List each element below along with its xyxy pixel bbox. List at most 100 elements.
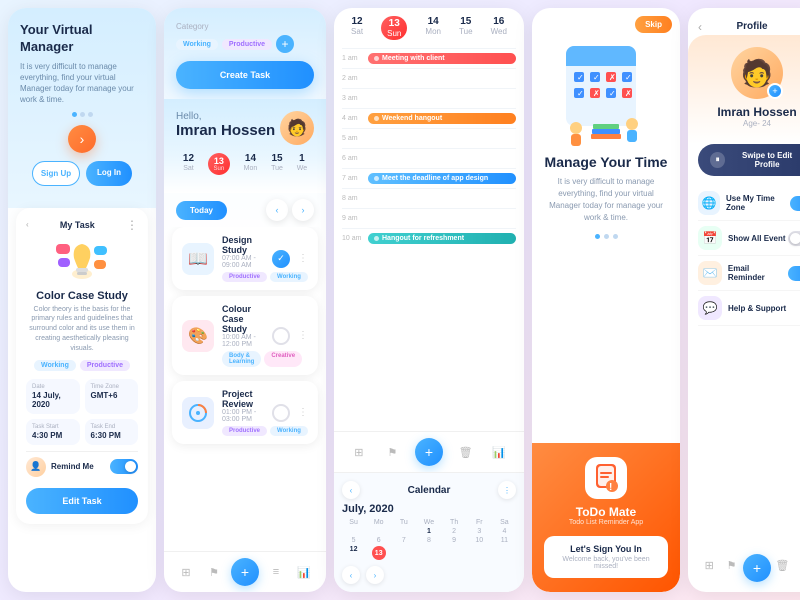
event-hangout[interactable]: Weekend hangout: [368, 113, 516, 124]
task-check-project[interactable]: [272, 404, 290, 422]
cat-tag-productive[interactable]: Productive: [222, 39, 272, 50]
add-task-button[interactable]: +: [231, 558, 259, 586]
task-menu-button[interactable]: ⋮: [126, 218, 138, 232]
category-section: Category Working Productive +: [164, 16, 326, 53]
day-sun[interactable]: 13 Sun: [208, 153, 230, 175]
task-check-design[interactable]: ✓: [272, 250, 290, 268]
cal-day-3[interactable]: 3: [468, 528, 491, 535]
remind-toggle[interactable]: [110, 459, 138, 474]
profile-nav-2[interactable]: ⚑: [721, 554, 743, 576]
signup-button[interactable]: Sign Up: [32, 161, 80, 186]
task-menu-project[interactable]: ⋮: [298, 407, 308, 418]
email-toggle[interactable]: [788, 266, 800, 281]
avatar-add-button[interactable]: +: [767, 83, 783, 99]
svg-text:✓: ✓: [577, 73, 584, 82]
cal-day-4[interactable]: 4: [493, 528, 516, 535]
cal-day-11[interactable]: 11: [493, 537, 516, 544]
profile-nav-3[interactable]: 🗑: [771, 554, 793, 576]
cal-day-9[interactable]: 9: [443, 537, 466, 544]
cal-day-1[interactable]: 1: [417, 528, 440, 535]
end-label: Task End: [91, 424, 133, 430]
nav-home-icon[interactable]: ⊞: [175, 561, 197, 583]
list-item[interactable]: 📖 Design Study 07:00 AM - 09:00 AM Produ…: [172, 227, 318, 290]
event-deadline[interactable]: Meet the deadline of app design: [368, 173, 516, 184]
task-nav-back[interactable]: ‹: [26, 220, 29, 229]
sched-nav-2[interactable]: ⚑: [381, 441, 403, 463]
cal-prev-month[interactable]: ‹: [342, 566, 360, 584]
color-case-desc: Color theory is the basis for the primar…: [26, 305, 138, 354]
hello-header: Hello, Imran Hossen 🧑 12 Sat 13 Sun 14 M…: [164, 99, 326, 193]
skip-button[interactable]: Skip: [635, 16, 672, 33]
cal-day-13[interactable]: 13: [372, 546, 386, 560]
day-mon[interactable]: 14 Mon: [244, 153, 258, 175]
user-name: Imran Hossen: [176, 122, 275, 139]
profile-nav-1[interactable]: ⊞: [698, 554, 720, 576]
next-button[interactable]: ›: [68, 125, 96, 153]
day-tue[interactable]: 15 Tue: [271, 153, 283, 175]
event-meeting[interactable]: Meeting with client: [368, 53, 516, 64]
cat-tag-working[interactable]: Working: [176, 39, 218, 50]
settings-timezone: 🌐 Use My Time Zone: [698, 186, 800, 221]
sched-day-sun[interactable]: 13 Sun: [381, 16, 407, 40]
add-category-button[interactable]: +: [276, 35, 294, 53]
cal-day-10[interactable]: 10: [468, 537, 491, 544]
nav-stats-icon[interactable]: 📊: [293, 561, 315, 583]
cal-day-12[interactable]: 12: [342, 546, 365, 560]
svg-text:✓: ✓: [593, 73, 600, 82]
login-button[interactable]: Log In: [86, 161, 132, 186]
svg-text:✓: ✓: [625, 73, 632, 82]
timezone-toggle[interactable]: [790, 196, 800, 211]
cal-dots-button[interactable]: ⋮: [498, 481, 516, 499]
create-task-button[interactable]: Create Task: [176, 61, 314, 89]
profile-add-button[interactable]: +: [743, 554, 771, 582]
manage-dot-3: [613, 234, 618, 239]
sched-add-button[interactable]: +: [415, 438, 443, 466]
swipe-edit-button[interactable]: ⏸ Swipe to Edit Profile: [698, 144, 800, 176]
timezone-icon: 🌐: [698, 191, 720, 215]
day-sat[interactable]: 12 Sat: [183, 153, 194, 175]
day-wed[interactable]: 1 We: [297, 153, 307, 175]
time-row-4am: 4 am Weekend hangout: [342, 108, 516, 128]
event-refresh[interactable]: Hangout for refreshment: [368, 233, 516, 244]
help-icon: 💬: [698, 296, 722, 320]
profile-nav-4[interactable]: ●: [794, 554, 800, 576]
profile-name: Imran Hossen: [717, 105, 796, 119]
sched-day-sat[interactable]: 12 Sat: [351, 16, 363, 40]
sched-nav-3[interactable]: 🗑: [455, 441, 477, 463]
cal-day-2[interactable]: 2: [443, 528, 466, 535]
sched-day-wed[interactable]: 16 Wed: [491, 16, 507, 40]
back-button[interactable]: ‹: [698, 20, 702, 34]
sched-day-tue[interactable]: 15 Tue: [459, 16, 473, 40]
todo-mate-section: ! ToDo Mate Todo List Reminder App Let's…: [532, 443, 680, 592]
list-item[interactable]: Project Review 01:00 PM - 03:00 PM Produ…: [172, 381, 318, 444]
cal-prev-arrow[interactable]: ‹: [342, 481, 360, 499]
time-label-4am: 4 am: [342, 115, 364, 122]
tag-working-design: Working: [270, 272, 308, 282]
events-toggle[interactable]: [788, 231, 800, 246]
svg-text:✓: ✓: [609, 89, 616, 98]
task-menu-colour[interactable]: ⋮: [298, 330, 308, 341]
next-arrow[interactable]: ›: [292, 199, 314, 221]
sched-nav-4[interactable]: 📊: [488, 441, 510, 463]
cal-day-5[interactable]: 5: [342, 537, 365, 544]
calendar-nav: ‹ Calendar ⋮: [342, 481, 516, 499]
nav-list-icon[interactable]: ≡: [265, 561, 287, 583]
remind-icon: 👤: [26, 457, 46, 477]
nav-flag-icon[interactable]: ⚑: [203, 561, 225, 583]
edit-task-button[interactable]: Edit Task: [26, 488, 138, 514]
task-menu-design[interactable]: ⋮: [298, 253, 308, 264]
sched-day-mon[interactable]: 14 Mon: [425, 16, 441, 40]
cal-day-7[interactable]: 7: [392, 537, 415, 544]
sched-nav-1[interactable]: ⊞: [348, 441, 370, 463]
cal-next-month[interactable]: ›: [366, 566, 384, 584]
today-button[interactable]: Today: [176, 201, 227, 220]
task-check-colour[interactable]: [272, 327, 290, 345]
list-item[interactable]: 🎨 Colour Case Study 10:00 AM - 12:00 PM …: [172, 296, 318, 375]
time-label-5am: 5 am: [342, 135, 364, 142]
tag-productive: Productive: [80, 360, 130, 371]
create-task-section: Category Working Productive + Create Tas…: [164, 8, 326, 99]
cal-day-8[interactable]: 8: [417, 537, 440, 544]
prev-arrow[interactable]: ‹: [266, 199, 288, 221]
cal-day-6[interactable]: 6: [367, 537, 390, 544]
start-time-cell: Task Start 4:30 PM: [26, 419, 80, 445]
